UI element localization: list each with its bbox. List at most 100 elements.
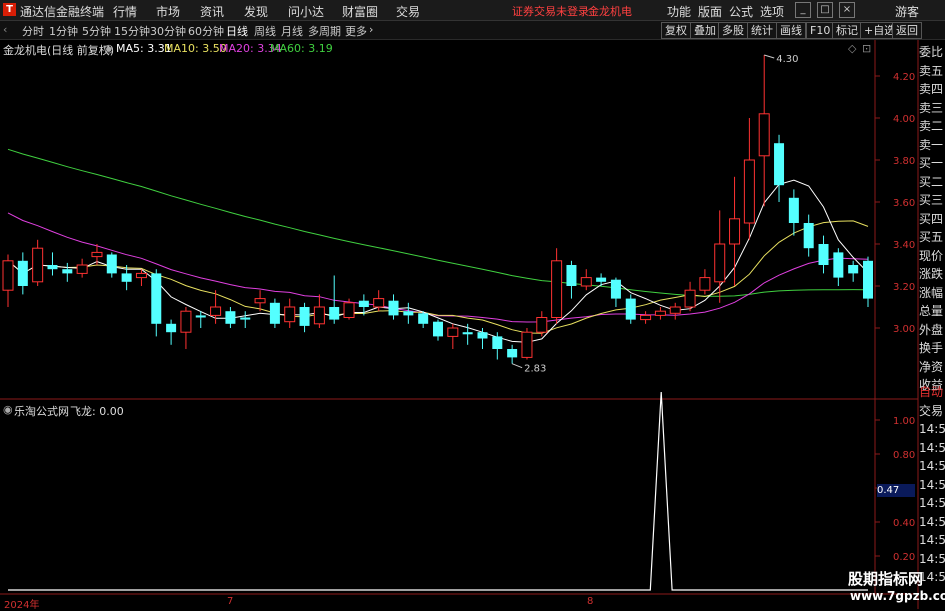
trade-panel-label: 14:56	[919, 422, 945, 436]
candle-body	[151, 273, 162, 324]
candle-body	[684, 289, 696, 308]
quote-panel-label: 买五	[919, 230, 944, 244]
quote-panel-label: 外盘	[919, 322, 944, 337]
low-marker	[511, 363, 523, 369]
quote-panel-label: 卖五	[919, 63, 944, 78]
candle-body	[225, 311, 236, 324]
quote-panel-label: 卖二	[919, 119, 944, 133]
candle-body	[210, 306, 222, 316]
watermark-url: www.7gpzb.com	[850, 589, 945, 603]
candle-body	[76, 264, 88, 274]
trade-panel-label: 14:56	[919, 459, 945, 473]
price-tick-label: 3.20	[893, 282, 915, 293]
candle-body	[788, 197, 799, 223]
candle-body	[403, 311, 414, 316]
date-label-aug: 8	[587, 596, 594, 607]
candle-body	[521, 331, 533, 358]
quote-panel-label: 买四	[919, 211, 944, 226]
indicator-tick-label: 0.80	[893, 450, 915, 461]
candle-body	[284, 306, 296, 323]
quote-panel-label: 委比	[919, 45, 944, 59]
candle-body	[135, 272, 147, 279]
candle-body	[729, 218, 741, 245]
candle-body	[492, 336, 503, 349]
chart-grid	[0, 40, 919, 609]
candle-body	[358, 300, 369, 307]
candle-body	[32, 247, 44, 283]
candle-body	[714, 243, 726, 283]
quote-panel-label: 净资	[919, 359, 944, 374]
trade-panel-label: 14:56	[919, 514, 945, 529]
candle-body	[373, 298, 385, 308]
high-annotation: 4.30	[776, 54, 798, 65]
moving-average-lines	[7, 148, 869, 343]
price-tick-label: 3.80	[893, 156, 915, 167]
candle-body	[610, 279, 621, 299]
quote-panel-label: 卖三	[919, 100, 944, 115]
trade-panel-label: 自动	[919, 385, 944, 399]
candle-body	[269, 302, 280, 324]
candle-body	[62, 269, 73, 274]
candle-body	[758, 113, 770, 157]
candle-body	[551, 260, 563, 318]
candle-body	[507, 349, 518, 358]
candle-body	[195, 315, 206, 318]
candle-body	[343, 302, 355, 318]
quote-panel-label: 涨幅	[919, 285, 944, 300]
candle-body	[462, 332, 473, 335]
candle-body	[640, 314, 652, 321]
candle-body	[2, 260, 14, 291]
high-marker	[764, 54, 775, 59]
quote-panel-label: 买三	[919, 193, 944, 207]
date-label-jul: 7	[227, 596, 234, 607]
indicator-value: 飞龙: 0.00	[70, 405, 124, 418]
price-tick-label: 4.20	[893, 72, 915, 83]
trade-panel-label: 交易	[919, 403, 944, 418]
candle-body	[166, 323, 177, 333]
candle-body	[180, 310, 192, 333]
candle-body	[299, 307, 310, 326]
indicator-series	[8, 391, 868, 591]
candle-body	[418, 313, 429, 324]
candle-body	[654, 310, 666, 316]
candle-body	[106, 254, 117, 274]
quote-panel-label: 涨跌	[919, 267, 944, 281]
candle-body	[447, 327, 459, 337]
candle-body	[818, 244, 829, 265]
candle-body	[833, 252, 844, 278]
candle-body	[254, 298, 266, 304]
price-tick-label: 4.00	[893, 114, 915, 125]
price-tick-label: 3.60	[893, 198, 915, 209]
indicator-toggle-icon[interactable]: ◉	[3, 403, 13, 416]
candle-body	[774, 143, 785, 186]
price-tick-label: 3.40	[893, 240, 915, 251]
price-tick-label: 3.00	[893, 324, 915, 335]
price-annotations: 4.30 2.83	[511, 54, 798, 375]
indicator-tick-label: 0.20	[893, 552, 915, 563]
candle-body	[91, 251, 103, 258]
indicator-tick-label: 0.40	[893, 518, 915, 529]
ma5-line	[7, 179, 869, 343]
candle-body	[240, 317, 251, 320]
candle-body	[669, 306, 681, 314]
candle-body	[566, 265, 577, 286]
candle-body	[743, 159, 755, 224]
feilong-line	[8, 391, 868, 591]
indicator-title: 乐淘公式网	[14, 405, 69, 418]
quote-panel-label: 总量	[919, 304, 944, 318]
cursor-value: 0.47	[877, 484, 915, 497]
quote-panel-label: 卖四	[919, 82, 944, 96]
price-axis: 4.20 4.00 3.80 3.60 3.40 3.20 3.00	[875, 72, 915, 335]
candle-body	[625, 298, 636, 320]
candle-body	[536, 317, 548, 333]
quote-panel-label: 现价	[919, 248, 944, 263]
candle-body	[596, 277, 607, 282]
candle-body	[313, 306, 325, 325]
candle-body	[17, 260, 28, 286]
trade-panel-label: 14:56	[919, 533, 945, 547]
candle-body	[388, 300, 399, 316]
candle-body	[433, 321, 443, 337]
chart-canvas[interactable]: 4.204.003.803.603.403.203.00 1.000.800.6…	[0, 0, 945, 609]
low-annotation: 2.83	[524, 364, 546, 375]
candle-body	[121, 273, 132, 282]
